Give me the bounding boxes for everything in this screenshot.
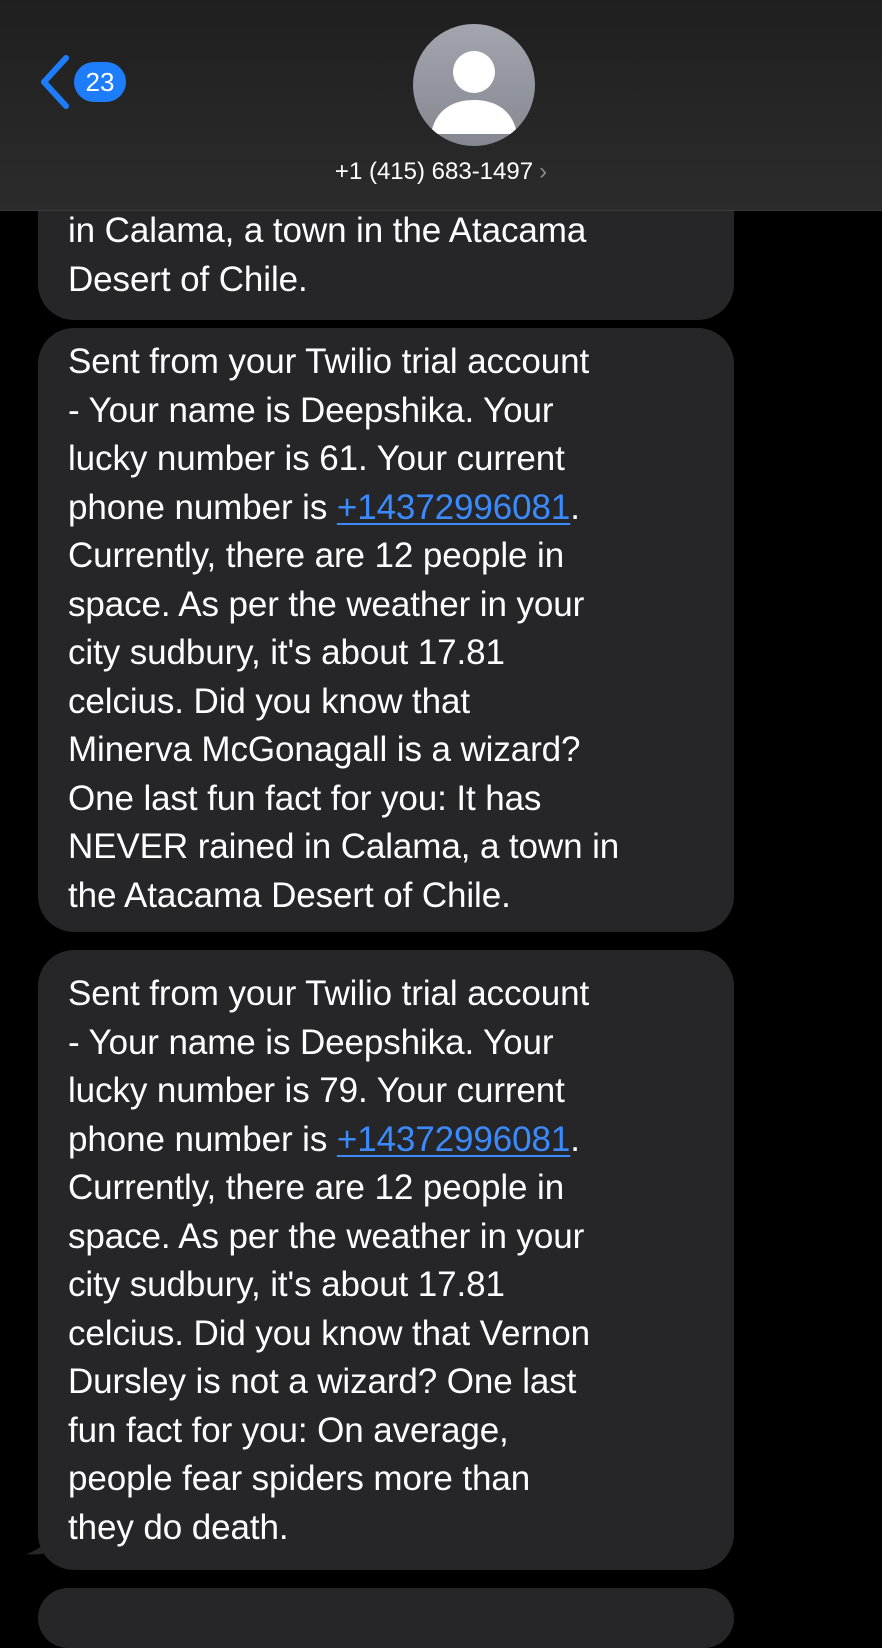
message-thread[interactable]: in Calama, a town in the Atacama Desert …: [0, 0, 882, 1648]
message-line: lucky number is 61. Your current: [68, 439, 565, 478]
message-line: One last fun fact for you: It has: [68, 778, 542, 818]
chevron-right-icon: ›: [539, 158, 548, 185]
unread-count-badge: 23: [74, 62, 126, 102]
contact-details-button[interactable]: +1 (415) 683-1497 ›: [0, 158, 882, 186]
message-text: phone number is: [68, 1119, 337, 1159]
message-line: celcius. Did you know that: [68, 681, 471, 721]
back-button[interactable]: 23: [38, 54, 126, 110]
message-line: they do death.: [68, 1507, 289, 1547]
message-line: celcius. Did you know that Vernon: [68, 1313, 590, 1353]
phone-number-link[interactable]: +14372996081: [337, 488, 570, 527]
message-bubble-partial[interactable]: [38, 1588, 734, 1648]
message-line: space. As per the weather in your: [68, 584, 585, 624]
message-bubble[interactable]: Sent from your Twilio trial account - Yo…: [38, 950, 734, 1570]
message-bubble[interactable]: Sent from your Twilio trial account - Yo…: [38, 328, 734, 932]
message-line: Dursley is not a wizard? One last: [68, 1362, 577, 1401]
message-line: space. As per the weather in your: [68, 1216, 585, 1256]
message-line: the Atacama Desert of Chile.: [68, 875, 511, 915]
message-line: Sent from your Twilio trial account: [68, 974, 590, 1013]
message-text: .: [570, 487, 580, 527]
avatar[interactable]: [413, 24, 535, 146]
message-line: Sent from your Twilio trial account: [68, 342, 590, 381]
contact-number: +1 (415) 683-1497: [334, 158, 534, 185]
message-line: fun fact for you: On average,: [68, 1410, 509, 1450]
message-line: city sudbury, it's about 17.81: [68, 1265, 505, 1304]
message-line: - Your name is Deepshika. Your: [68, 1022, 554, 1062]
message-line: - Your name is Deepshika. Your: [68, 390, 554, 430]
message-text: phone number is: [68, 487, 337, 527]
message-line: Currently, there are 12 people in: [68, 1168, 565, 1207]
message-line: lucky number is 79. Your current: [68, 1071, 565, 1110]
message-line: Desert of Chile.: [68, 259, 308, 299]
message-line: phone number is +14372996081.: [68, 1116, 704, 1165]
message-line: city sudbury, it's about 17.81: [68, 633, 505, 672]
message-line: phone number is +14372996081.: [68, 484, 704, 533]
phone-number-link[interactable]: +14372996081: [337, 1120, 570, 1159]
message-line: Minerva McGonagall is a wizard?: [68, 730, 581, 769]
bubble-tail: [26, 1516, 66, 1555]
conversation-header: 23 +1 (415) 683-1497 ›: [0, 0, 882, 211]
person-silhouette-icon: [431, 51, 517, 134]
message-line: Currently, there are 12 people in: [68, 536, 565, 575]
message-line: people fear spiders more than: [68, 1459, 531, 1498]
message-line: in Calama, a town in the Atacama: [68, 211, 587, 250]
message-text: .: [570, 1119, 580, 1159]
message-line: NEVER rained in Calama, a town in: [68, 827, 620, 866]
chevron-left-icon: [38, 54, 70, 110]
